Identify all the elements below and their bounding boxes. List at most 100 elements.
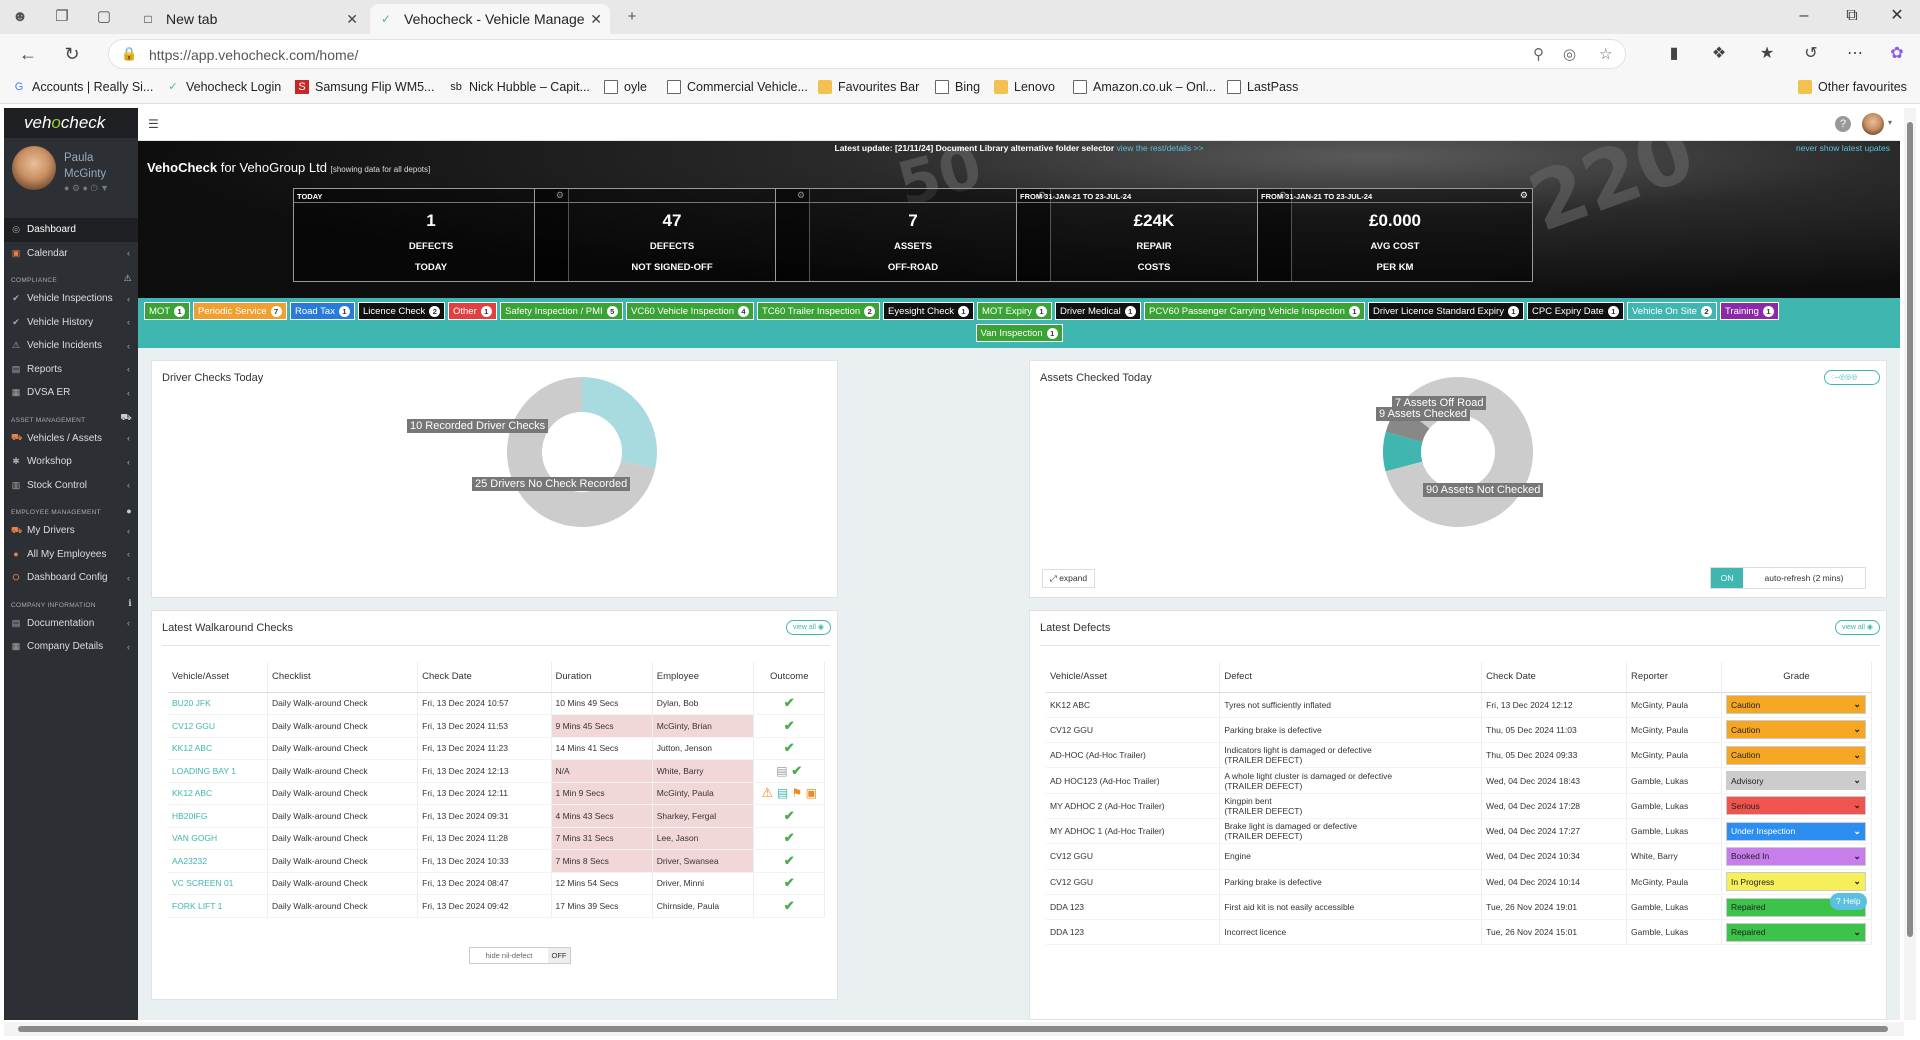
column-header[interactable]: Check Date [417,662,552,693]
table-row[interactable]: HB20IFG Daily Walk-around Check Fri, 13 De… [168,804,825,828]
bookmark-item[interactable]: oyle [604,80,647,94]
reminder-tag[interactable]: Other 1 [448,302,497,320]
flag-icon[interactable]: ⚑ [791,786,805,800]
grade-select[interactable]: Booked In ⌄ [1725,846,1866,866]
view-details-link[interactable]: view the rest/details >> [1117,143,1204,153]
hide-nil-defect-toggle[interactable]: hide nil-defect OFF [469,947,571,964]
column-header[interactable]: Grade [1721,662,1873,693]
grade-select[interactable]: Repaired ⌄ [1725,922,1866,942]
asset-cell[interactable]: KK12 ABC [1046,692,1221,718]
document-icon[interactable]: ▤ [776,764,787,778]
url-bar[interactable]: 🔒 https://app.vehocheck.com/home/ ⚲ ◎ ☆ [108,39,1626,69]
bookmark-item[interactable]: S Samsung Flip WM5... [295,80,434,94]
check-icon[interactable]: ✔ [784,740,795,755]
back-icon[interactable]: ← [16,43,40,65]
asset-link[interactable]: FORK LIFT 1 [168,894,269,918]
asset-cell[interactable]: CV12 GGU [1046,717,1221,744]
reminder-tag[interactable]: Driver Medical 1 [1055,302,1141,320]
sidebar-item-vehicle-inspections[interactable]: ✔ Vehicle Inspections ‹ [4,287,138,311]
bookmark-item[interactable]: ✓ Vehocheck Login [166,80,281,94]
column-header[interactable]: Defect [1219,662,1483,693]
stat-box[interactable]: ⚙ 7 ASSETS OFF-ROAD [775,188,1051,282]
asset-cell[interactable]: MY ADHOC 1 (Ad-Hoc Trailer) [1046,818,1221,845]
table-row[interactable]: CV12 GGU Parking brake is defective Wed, 0… [1046,869,1873,895]
asset-link[interactable]: KK12 ABC [168,782,269,805]
help-icon[interactable]: ? [1835,116,1851,132]
column-header[interactable]: Vehicle/Asset [168,662,269,693]
stat-box[interactable]: FROM 31-JAN-21 TO 23-JUL-24 ⚙ £0.000 AVG CO… [1257,188,1533,282]
asset-link[interactable]: AA23232 [168,849,269,873]
table-row[interactable]: MY ADHOC 1 (Ad-Hoc Trailer) Brake light i… [1046,818,1873,845]
reminder-tag[interactable]: MOT Expiry 1 [977,302,1052,320]
reminder-tag[interactable]: Eyesight Check 1 [883,302,975,320]
asset-cell[interactable]: CV12 GGU [1046,869,1221,895]
favourite-star-icon[interactable]: ☆ [1599,45,1612,63]
logout-icon[interactable]: ⏻ [91,183,98,193]
reading-mode-icon[interactable]: ◎ [1563,45,1576,63]
bookmark-item[interactable]: Commercial Vehicle... [667,80,808,94]
asset-cell[interactable]: DDA 123 [1046,919,1221,946]
table-row[interactable]: FORK LIFT 1 Daily Walk-around Check Fri, 1… [168,894,825,918]
reminder-tag[interactable]: PCV60 Passenger Carrying Vehicle Inspect… [1144,302,1365,320]
asset-link[interactable]: KK12 ABC [168,737,269,760]
asset-link[interactable]: CV12 GGU [168,714,269,738]
toggle-on[interactable]: ON [1711,568,1743,588]
sidebar-item-stock-control[interactable]: ▥ Stock Control ‹ [4,474,138,498]
extensions-puzzle-icon[interactable]: ❖ [1708,43,1730,65]
workspaces-icon[interactable]: ❐ [52,7,72,27]
reminder-tag[interactable]: CPC Expiry Date 1 [1527,302,1624,320]
sidebar-item-documentation[interactable]: ▤ Documentation ‹ [4,612,138,636]
bookmark-item[interactable]: Bing [935,80,980,94]
chevron-down-icon[interactable]: ▾ [1888,118,1892,127]
table-row[interactable]: CV12 GGU Parking brake is defective Thu, 0… [1046,717,1873,744]
asset-cell[interactable]: AD-HOC (Ad-Hoc Trailer) [1046,742,1221,769]
bookmark-item[interactable]: Amazon.co.uk – Onl... [1073,80,1216,94]
reminder-tag[interactable]: Safety Inspection / PMI 5 [500,302,623,320]
asset-link[interactable]: VC SCREEN 01 [168,872,269,895]
user-name[interactable]: Paula McGinty [64,150,106,182]
check-icon[interactable]: ✔ [784,808,795,823]
expand-button[interactable]: ⤢ expand [1042,569,1096,588]
table-row[interactable]: AD-HOC (Ad-Hoc Trailer) Indicators light … [1046,742,1873,769]
close-tab-icon[interactable]: ✕ [590,11,602,28]
view-all-button[interactable]: view all ◉ [1834,620,1880,635]
vertical-tabs-icon[interactable]: ▢ [94,7,114,27]
table-row[interactable]: CV12 GGU Daily Walk-around Check Fri, 13 D… [168,714,825,738]
check-icon[interactable]: ✔ [784,718,795,733]
asset-cell[interactable]: AD HOC123 (Ad-Hoc Trailer) [1046,767,1221,794]
view-all-button[interactable]: view all ◉ [785,620,831,635]
table-row[interactable]: CV12 GGU Engine Wed, 04 Dec 2024 10:34 Whit… [1046,843,1873,870]
check-icon[interactable]: ✔ [784,853,795,868]
bookmark-item[interactable]: Favourites Bar [818,80,919,94]
new-tab-plus-icon[interactable]: + [622,7,642,27]
table-row[interactable]: BU20 JFK Daily Walk-around Check Fri, 13 D… [168,692,825,715]
stat-box[interactable]: FROM 31-JAN-21 TO 23-JUL-24 ⚙ £24K REPAIR CO… [1016,188,1292,282]
gear-icon[interactable]: ⚙ [1520,190,1528,201]
zoom-icon[interactable]: ⚲ [1533,45,1544,63]
check-icon[interactable]: ✔ [784,898,795,913]
favourites-icon[interactable]: ★ [1756,43,1778,65]
grade-select[interactable]: Caution ⌄ [1725,720,1866,740]
reminder-tag[interactable]: VC60 Vehicle Inspection 4 [626,302,754,320]
avatar[interactable] [12,146,56,190]
sidebar-item-dashboard[interactable]: ◎ Dashboard [4,218,138,242]
asset-link[interactable]: LOADING BAY 1 [168,759,269,783]
column-header[interactable]: Checklist [267,662,419,693]
asset-cell[interactable]: MY ADHOC 2 (Ad-Hoc Trailer) [1046,793,1221,819]
grade-select[interactable]: Caution ⌄ [1725,745,1866,765]
other-favourites[interactable]: Other favourites [1798,80,1907,94]
sidebar-item-reports[interactable]: ▤ Reports ‹ [4,358,138,382]
sidebar-item-company-details[interactable]: ▦ Company Details ‹ [4,635,138,659]
sidebar-item-vehicles-assets[interactable]: ⛟ Vehicles / Assets ‹ [4,427,138,451]
asset-link[interactable]: BU20 JFK [168,692,269,715]
minimize-icon[interactable]: – [1792,6,1816,26]
check-icon[interactable]: ✔ [784,695,795,710]
reminder-tag[interactable]: Periodic Service 7 [193,302,287,320]
auto-refresh-toggle[interactable]: ON auto-refresh (2 mins) [1710,567,1866,589]
profile-icon[interactable]: ☻ [10,7,30,27]
settings-icon[interactable]: ⚙ [72,183,80,193]
bookmark-item[interactable]: sb Nick Hubble – Capit... [449,80,590,94]
stat-box[interactable]: TODAY ⚙ 1 DEFECTS TODAY [293,188,569,282]
image-icon[interactable]: ▣ [806,786,817,800]
hamburger-menu-icon[interactable]: ☰ [148,117,159,131]
